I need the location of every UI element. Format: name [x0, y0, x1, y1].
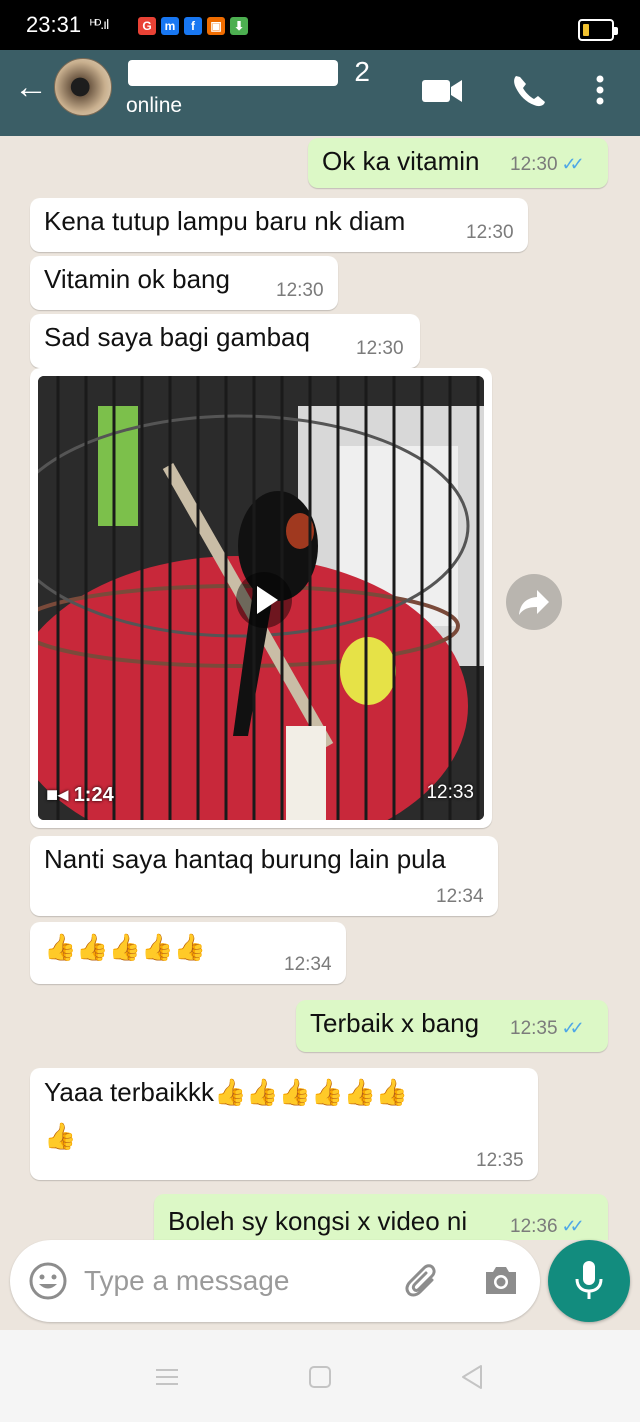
signal-icon: ᴴᴰ.ıl [90, 16, 109, 32]
message-text: Vitamin ok bang [44, 264, 230, 294]
menu-nav-icon[interactable] [150, 1360, 184, 1394]
message-text: Sad saya bagi gambaq [44, 322, 310, 352]
contact-avatar[interactable] [54, 58, 112, 116]
double-check-icon: ✓✓ [561, 154, 585, 174]
message-time: 12:30 [466, 222, 514, 243]
download-icon: ⬇ [230, 17, 248, 35]
messenger-icon: m [161, 17, 179, 35]
mic-icon [575, 1261, 603, 1299]
chat-header: ← 2 online [0, 50, 640, 136]
message-incoming[interactable]: Kena tutup lampu baru nk diam 12:30 [30, 198, 528, 252]
emoji-icon[interactable] [26, 1259, 70, 1303]
notification-icons: G m f ▣ ⬇ [138, 17, 248, 35]
chat-area[interactable]: Ok ka vitamin 12:30 ✓✓ Kena tutup lampu b… [0, 136, 640, 1240]
redaction-mark [128, 60, 338, 86]
message-time: 12:30 [276, 280, 324, 301]
home-nav-icon[interactable] [303, 1360, 337, 1394]
message-text: Ok ka vitamin [322, 146, 480, 176]
mic-button[interactable] [548, 1240, 630, 1322]
status-bar: 23:31 ᴴᴰ.ıl G m f ▣ ⬇ [0, 0, 640, 50]
forward-icon [519, 590, 549, 615]
message-time: 12:34 [436, 886, 484, 907]
message-time: 12:34 [284, 954, 332, 975]
video-duration: ■◂ 1:24 [46, 784, 114, 806]
message-outgoing[interactable]: Terbaik x bang 12:35 ✓✓ [296, 1000, 608, 1052]
double-check-icon: ✓✓ [561, 1216, 585, 1236]
message-incoming[interactable]: Nanti saya hantaq burung lain pula 12:34 [30, 836, 498, 916]
message-incoming[interactable]: Yaaa terbaikkk👍👍👍👍👍👍 👍 12:35 [30, 1068, 538, 1180]
message-text: Yaaa terbaikkk👍👍👍👍👍👍 👍 [44, 1077, 409, 1151]
app-notification-icon: ▣ [207, 17, 225, 35]
message-text: Nanti saya hantaq burung lain pula [44, 844, 446, 874]
message-incoming[interactable]: 👍👍👍👍👍 12:34 [30, 922, 346, 984]
message-time: 12:35 [476, 1150, 524, 1171]
status-time: 23:31 [26, 12, 82, 37]
message-text: Boleh sy kongsi x video ni [168, 1206, 468, 1236]
message-incoming[interactable]: Sad saya bagi gambaq 12:30 [30, 314, 420, 368]
battery-icon [578, 19, 618, 41]
double-check-icon: ✓✓ [561, 1018, 585, 1038]
message-time: 12:36 ✓✓ [510, 1216, 585, 1237]
message-text: 👍👍👍👍👍 [44, 932, 206, 962]
message-time: 12:33 [426, 782, 474, 803]
message-time: 12:30 [356, 338, 404, 359]
google-icon: G [138, 17, 156, 35]
message-text: Terbaik x bang [310, 1008, 480, 1038]
facebook-icon: f [184, 17, 202, 35]
forward-share-button[interactable] [506, 574, 562, 630]
attach-icon[interactable] [402, 1260, 444, 1302]
arrow-back-icon[interactable]: ← [14, 70, 48, 104]
system-navigation-bar [0, 1330, 640, 1422]
camera-icon[interactable] [480, 1260, 522, 1302]
message-time: 12:35 ✓✓ [510, 1018, 585, 1039]
video-thumbnail[interactable]: ■◂ 1:24 12:33 [38, 376, 484, 820]
contact-name-visible: 2 [354, 56, 370, 87]
video-call-icon[interactable] [420, 70, 464, 110]
back-nav-icon[interactable] [455, 1360, 489, 1394]
video-message[interactable]: ■◂ 1:24 12:33 [30, 368, 492, 828]
contact-status: online [126, 94, 183, 117]
contact-name[interactable]: 2 [128, 56, 370, 88]
message-time: 12:30 ✓✓ [510, 154, 585, 175]
play-button[interactable] [236, 572, 292, 628]
message-text: Kena tutup lampu baru nk diam [44, 206, 406, 236]
message-composer [10, 1240, 540, 1322]
more-vert-icon[interactable] [580, 70, 624, 110]
message-incoming[interactable]: Vitamin ok bang 12:30 [30, 256, 338, 310]
message-outgoing[interactable]: Boleh sy kongsi x video ni 12:36 ✓✓ [154, 1194, 608, 1240]
video-camera-icon: ■◂ [46, 784, 69, 806]
voice-call-icon[interactable] [508, 70, 552, 110]
message-input[interactable] [84, 1256, 384, 1306]
message-outgoing[interactable]: Ok ka vitamin 12:30 ✓✓ [308, 138, 608, 188]
